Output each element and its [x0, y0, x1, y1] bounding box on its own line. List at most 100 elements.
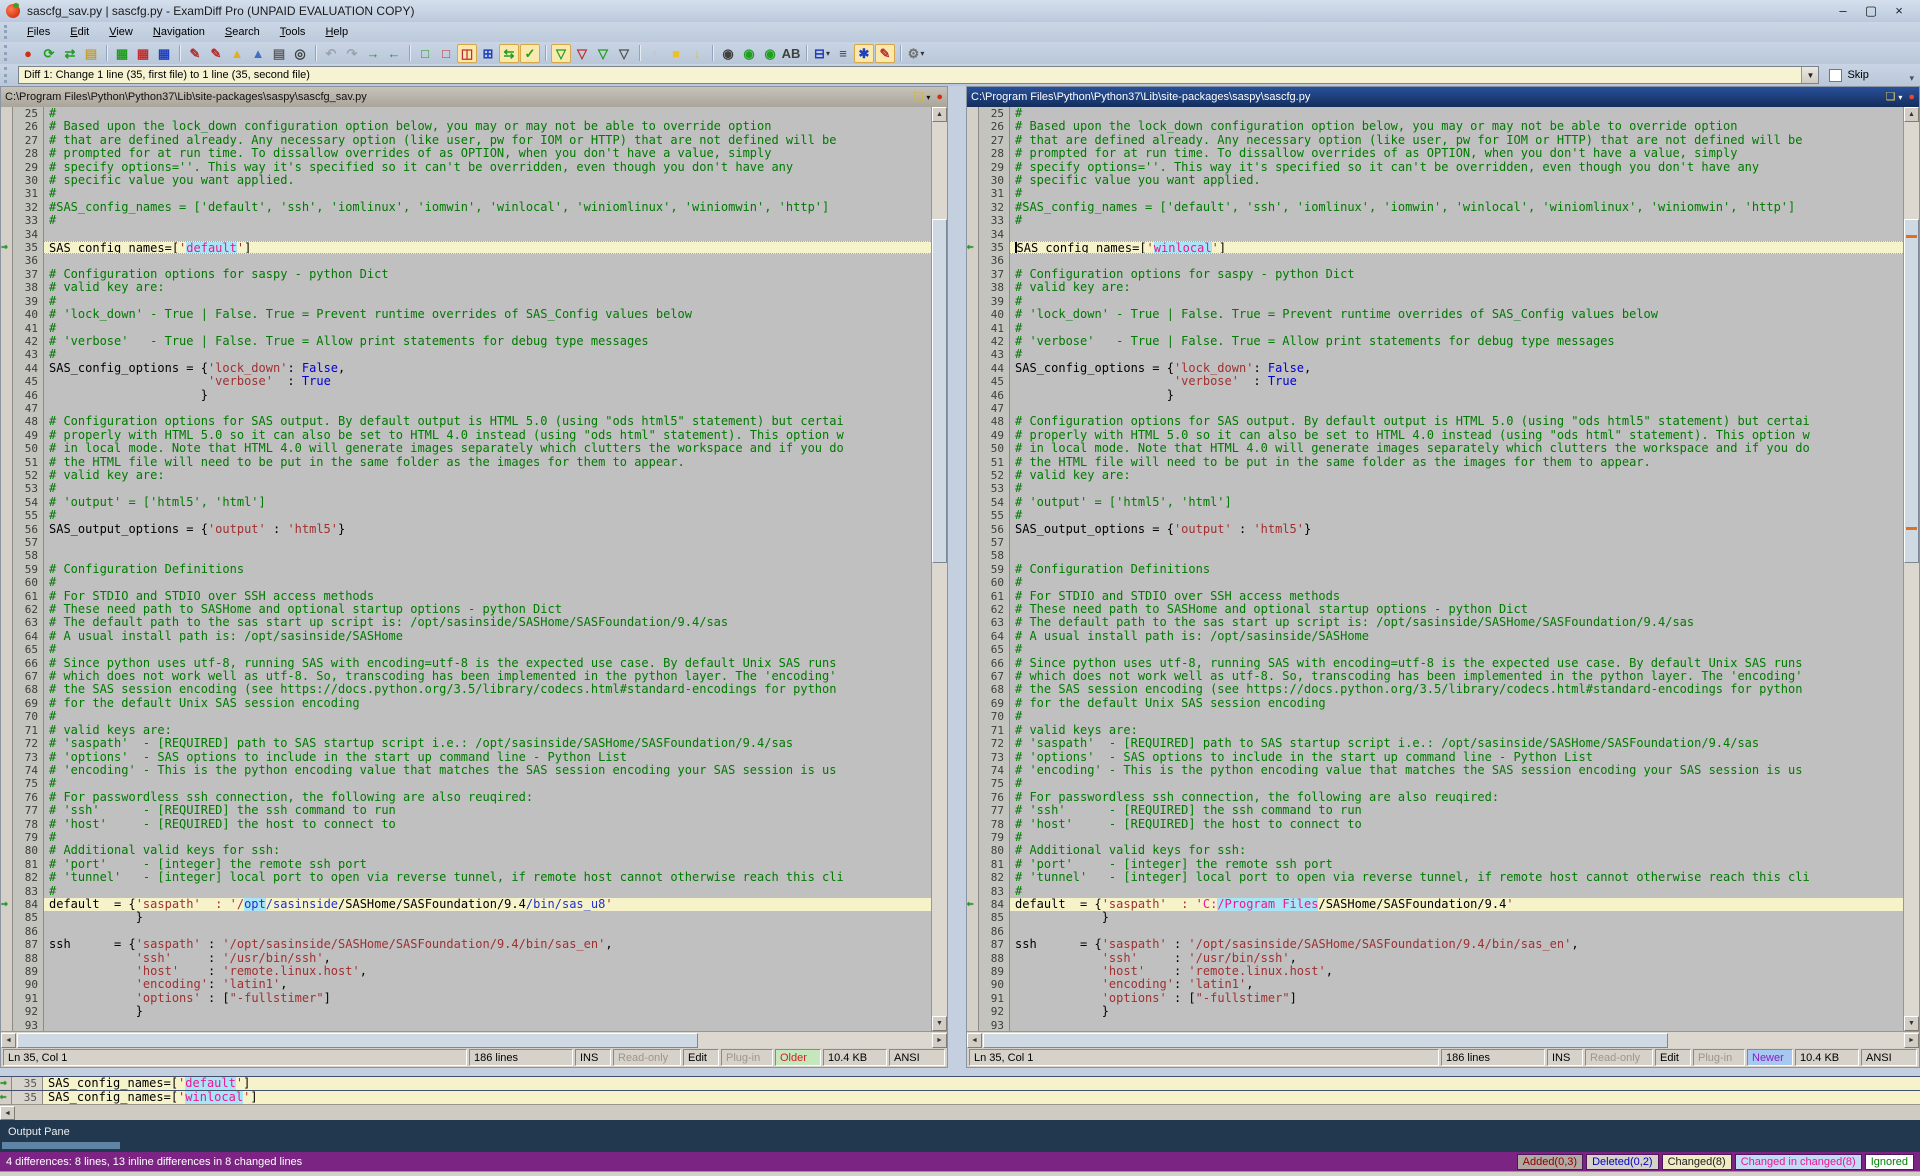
- code-text[interactable]: # 'lock_down' - True | False. True = Pre…: [44, 308, 931, 321]
- toolbar-grip[interactable]: [4, 45, 12, 60]
- code-text[interactable]: 'ssh' : '/usr/bin/ssh',: [1010, 952, 1903, 965]
- first-vertical-scrollbar[interactable]: ▲ ▼: [931, 107, 947, 1031]
- show-differences-button[interactable]: □: [436, 44, 456, 63]
- sync-scroll-button[interactable]: ⇆: [499, 44, 519, 63]
- scroll-thumb[interactable]: [983, 1033, 1668, 1048]
- code-text[interactable]: # valid key are:: [1010, 469, 1903, 482]
- next-diff-button[interactable]: ↓: [687, 44, 707, 63]
- overflow-chevron-icon[interactable]: ▾: [1909, 73, 1914, 86]
- scroll-up-icon[interactable]: ▲: [1904, 107, 1919, 122]
- code-text[interactable]: }: [44, 389, 931, 402]
- code-text[interactable]: # Additional valid keys for ssh:: [1010, 844, 1903, 857]
- code-text[interactable]: #: [44, 107, 931, 120]
- code-text[interactable]: #: [1010, 831, 1903, 844]
- print-preview-button[interactable]: ◎: [290, 44, 310, 63]
- code-text[interactable]: # For passwordless ssh connection, the f…: [44, 791, 931, 804]
- scroll-thumb[interactable]: [932, 219, 947, 563]
- code-text[interactable]: SAS_config_names=['default']: [44, 241, 931, 254]
- code-text[interactable]: #: [1010, 107, 1903, 120]
- code-text[interactable]: SAS_output_options = {'output' : 'html5'…: [44, 523, 931, 536]
- code-text[interactable]: [44, 254, 931, 267]
- code-text[interactable]: # 'host' - [REQUIRED] the host to connec…: [1010, 818, 1903, 831]
- header-dropdown-icon[interactable]: ▾: [1898, 93, 1902, 102]
- menu-tools[interactable]: Tools: [271, 24, 315, 40]
- minimize-button[interactable]: –: [1834, 3, 1852, 19]
- code-text[interactable]: #: [1010, 348, 1903, 361]
- code-text[interactable]: # the SAS session encoding (see https://…: [1010, 683, 1903, 696]
- code-text[interactable]: # Based upon the lock_down configuration…: [44, 120, 931, 133]
- code-text[interactable]: # valid key are:: [44, 281, 931, 294]
- code-text[interactable]: default = {'saspath' : '/opt/sasinside/S…: [44, 898, 931, 911]
- code-text[interactable]: 'verbose' : True: [44, 375, 931, 388]
- copy-block-right-button[interactable]: →: [363, 44, 383, 63]
- filter-added-button[interactable]: ▽: [572, 44, 592, 63]
- code-text[interactable]: # 'encoding' - This is the python encodi…: [44, 764, 931, 777]
- scroll-thumb[interactable]: [1904, 219, 1919, 563]
- diffbar-grip[interactable]: [4, 67, 12, 82]
- code-text[interactable]: # For passwordless ssh connection, the f…: [1010, 791, 1903, 804]
- code-text[interactable]: [1010, 925, 1903, 938]
- save-as-second-button[interactable]: ▲: [248, 44, 268, 63]
- code-text[interactable]: #: [44, 777, 931, 790]
- code-text[interactable]: # For STDIO and STDIO over SSH access me…: [44, 590, 931, 603]
- code-text[interactable]: # 'output' = ['html5', 'html']: [44, 496, 931, 509]
- code-text[interactable]: [1010, 402, 1903, 415]
- code-text[interactable]: # 'tunnel' - [integer] local port to ope…: [44, 871, 931, 884]
- code-text[interactable]: #: [44, 214, 931, 227]
- menu-grip[interactable]: [4, 25, 12, 39]
- code-text[interactable]: 'host' : 'remote.linux.host',: [1010, 965, 1903, 978]
- code-text[interactable]: # The default path to the sas start up s…: [1010, 616, 1903, 629]
- first-file-code[interactable]: 25#26# Based upon the lock_down configur…: [1, 107, 931, 1031]
- code-text[interactable]: # valid key are:: [44, 469, 931, 482]
- filter-deleted-button[interactable]: ▽: [593, 44, 613, 63]
- code-text[interactable]: # that are defined already. Any necessar…: [44, 134, 931, 147]
- recompare-button[interactable]: ⟳: [39, 44, 59, 63]
- code-text[interactable]: # which does not work well as utf-8. So,…: [44, 670, 931, 683]
- code-text[interactable]: # valid keys are:: [44, 724, 931, 737]
- scroll-thumb[interactable]: [17, 1033, 698, 1048]
- detail-row[interactable]: →35SAS_config_names=['default']: [0, 1077, 1920, 1091]
- edit-first-button[interactable]: ✎: [185, 44, 205, 63]
- code-text[interactable]: # in local mode. Note that HTML 4.0 will…: [1010, 442, 1903, 455]
- restore-button[interactable]: ▢: [1862, 3, 1880, 19]
- code-text[interactable]: #: [44, 885, 931, 898]
- code-text[interactable]: # Configuration Definitions: [1010, 563, 1903, 576]
- code-text[interactable]: # 'verbose' - True | False. True = Allow…: [1010, 335, 1903, 348]
- layout-button[interactable]: ⊟▾: [812, 44, 832, 63]
- code-text[interactable]: [44, 925, 931, 938]
- edit-second-button[interactable]: ✎: [206, 44, 226, 63]
- settings-button[interactable]: ⚙▾: [906, 44, 926, 63]
- code-text[interactable]: #: [44, 322, 931, 335]
- code-text[interactable]: # prompted for at run time. To dissallow…: [44, 147, 931, 160]
- code-text[interactable]: # which does not work well as utf-8. So,…: [1010, 670, 1903, 683]
- scroll-left-icon[interactable]: ◄: [0, 1106, 15, 1120]
- code-text[interactable]: # 'encoding' - This is the python encodi…: [1010, 764, 1903, 777]
- code-text[interactable]: #: [1010, 885, 1903, 898]
- code-text[interactable]: }: [44, 911, 931, 924]
- first-file-header[interactable]: C:\Program Files\Python\Python37\Lib\sit…: [1, 87, 947, 107]
- code-text[interactable]: #: [44, 710, 931, 723]
- code-text[interactable]: SAS_config_options = {'lock_down': False…: [44, 362, 931, 375]
- code-text[interactable]: #: [1010, 187, 1903, 200]
- code-text[interactable]: [44, 1019, 931, 1031]
- code-text[interactable]: # properly with HTML 5.0 so it can also …: [44, 429, 931, 442]
- code-text[interactable]: }: [1010, 389, 1903, 402]
- detail-row[interactable]: →35SAS_config_names=['winlocal']: [0, 1091, 1920, 1105]
- code-text[interactable]: # in local mode. Note that HTML 4.0 will…: [44, 442, 931, 455]
- code-text[interactable]: # 'ssh' - [REQUIRED] the ssh command to …: [44, 804, 931, 817]
- scroll-right-icon[interactable]: ►: [1904, 1033, 1919, 1048]
- code-text[interactable]: #SAS_config_names = ['default', 'ssh', '…: [44, 201, 931, 214]
- detail-horizontal-scrollbar[interactable]: ◄: [0, 1104, 1920, 1120]
- code-text[interactable]: #: [44, 187, 931, 200]
- second-vertical-scrollbar[interactable]: ▲ ▼: [1903, 107, 1919, 1031]
- code-text[interactable]: # 'output' = ['html5', 'html']: [1010, 496, 1903, 509]
- code-text[interactable]: #: [1010, 214, 1903, 227]
- menu-help[interactable]: Help: [316, 24, 357, 40]
- find-next-button[interactable]: ◉: [739, 44, 759, 63]
- code-text[interactable]: 'options' : ["-fullstimer"]: [44, 992, 931, 1005]
- code-text[interactable]: }: [1010, 911, 1903, 924]
- diff-dropdown-button[interactable]: ▼: [1801, 67, 1818, 83]
- code-text[interactable]: #: [1010, 576, 1903, 589]
- code-text[interactable]: [44, 228, 931, 241]
- code-text[interactable]: # prompted for at run time. To dissallow…: [1010, 147, 1903, 160]
